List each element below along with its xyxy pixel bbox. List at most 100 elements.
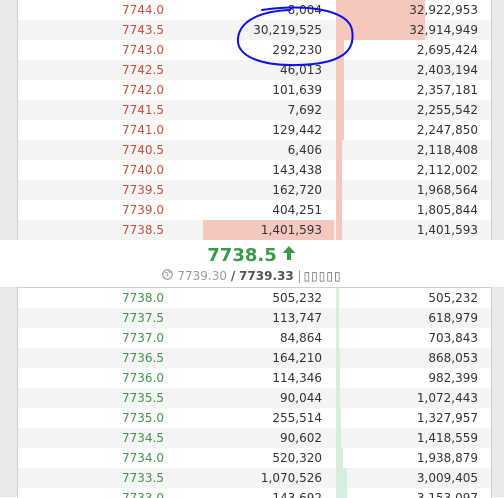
ask-price[interactable]: 7743.0 [18, 40, 164, 60]
ask-size: 6,406 [287, 143, 322, 157]
ask-total: 2,118,408 [416, 143, 478, 157]
ask-price[interactable]: 7743.5 [18, 20, 164, 40]
ask-price[interactable]: 7740.0 [18, 160, 164, 180]
bid-price[interactable]: 7734.5 [18, 428, 164, 448]
asks-table: 7744.0 8,004 32,922,953 7743.5 30,219,525 32,… [17, 0, 492, 241]
ask-total: 1,805,844 [416, 203, 478, 217]
ask-price[interactable]: 7739.5 [18, 180, 164, 200]
ask-total: 2,255,542 [416, 103, 478, 117]
bid-size: 114,346 [272, 371, 322, 385]
bid-total: 1,938,879 [416, 451, 478, 465]
ask-size: 1,401,593 [260, 223, 322, 237]
ask-size: 162,720 [272, 183, 322, 197]
ask-total: 32,914,949 [409, 23, 478, 37]
bid-size: 164,210 [272, 351, 322, 365]
ask-price[interactable]: 7744.0 [18, 0, 164, 20]
ask-row[interactable]: 7739.0 404,251 1,805,844 [18, 200, 491, 220]
bid-price[interactable]: 7736.5 [18, 348, 164, 368]
ask-size: 46,013 [280, 63, 322, 77]
ask-size: 404,251 [272, 203, 322, 217]
bid-price[interactable]: 7735.0 [18, 408, 164, 428]
ask-total: 1,401,593 [416, 223, 478, 237]
ask-size: 143,438 [272, 163, 322, 177]
ask-price[interactable]: 7741.0 [18, 120, 164, 140]
ask-price[interactable]: 7738.5 [18, 220, 164, 240]
bid-price[interactable]: 7734.0 [18, 448, 164, 468]
bid-total: 3,009,405 [416, 471, 478, 485]
bid-row[interactable]: 7736.5 164,210 868,053 [18, 348, 491, 368]
ask-total: 1,968,564 [416, 183, 478, 197]
ask-row[interactable]: 7742.5 46,013 2,403,194 [18, 60, 491, 80]
bid-size: 90,602 [280, 431, 322, 445]
ask-total: 2,112,002 [416, 163, 478, 177]
ask-price[interactable]: 7742.5 [18, 60, 164, 80]
ask-total: 32,922,953 [409, 3, 478, 17]
ask-row[interactable]: 7741.0 129,442 2,247,850 [18, 120, 491, 140]
bid-price[interactable]: 7738.0 [18, 288, 164, 308]
bid-size: 84,864 [280, 331, 322, 345]
bid-row[interactable]: 7734.0 520,320 1,938,879 [18, 448, 491, 468]
ask-price[interactable]: 7739.0 [18, 200, 164, 220]
ask-row[interactable]: 7742.0 101,639 2,357,181 [18, 80, 491, 100]
globe-icon[interactable] [162, 268, 174, 284]
last-price: 7738.5 [0, 243, 504, 269]
ask-total: 2,247,850 [416, 123, 478, 137]
bid-price[interactable]: 7737.5 [18, 308, 164, 328]
bid-size: 505,232 [272, 291, 322, 305]
bid-row[interactable]: 7738.0 505,232 505,232 [18, 288, 491, 308]
last-price-value: 7738.5 [207, 245, 277, 266]
bid-row[interactable]: 7737.0 84,864 703,843 [18, 328, 491, 348]
ask-price[interactable]: 7740.5 [18, 140, 164, 160]
ask-row[interactable]: 7743.0 292,230 2,695,424 [18, 40, 491, 60]
ask-total: 2,403,194 [416, 63, 478, 77]
ask-row[interactable]: 7740.5 6,406 2,118,408 [18, 140, 491, 160]
bid-total: 618,979 [428, 311, 478, 325]
bid-total: 1,327,957 [416, 411, 478, 425]
ask-size: 7,692 [287, 103, 322, 117]
bid-total: 1,072,443 [416, 391, 478, 405]
bid-total: 505,232 [428, 291, 478, 305]
bid-row[interactable]: 7733.5 1,070,526 3,009,405 [18, 468, 491, 488]
ask-price[interactable]: 7742.0 [18, 80, 164, 100]
ask-size: 30,219,525 [253, 23, 322, 37]
bid-row[interactable]: 7737.5 113,747 618,979 [18, 308, 491, 328]
bid-row[interactable]: 7734.5 90,602 1,418,559 [18, 428, 491, 448]
bid-total: 868,053 [428, 351, 478, 365]
up-arrow-icon [281, 243, 297, 269]
ask-row[interactable]: 7744.0 8,004 32,922,953 [18, 0, 491, 20]
ask-row[interactable]: 7740.0 143,438 2,112,002 [18, 160, 491, 180]
price-info-row: 7739.30 / 7739.33 | ▯▯▯▯▯ [0, 268, 504, 284]
orderbook-panel: 7744.0 8,004 32,922,953 7743.5 30,219,525 32,… [0, 0, 504, 498]
bid-size: 90,044 [280, 391, 322, 405]
ask-size: 8,004 [287, 3, 322, 17]
ask-row[interactable]: 7738.5 1,401,593 1,401,593 [18, 220, 491, 240]
ask-price[interactable]: 7741.5 [18, 100, 164, 120]
bid-row[interactable]: 7736.0 114,346 982,399 [18, 368, 491, 388]
bid-size: 520,320 [272, 451, 322, 465]
ask-row[interactable]: 7739.5 162,720 1,968,564 [18, 180, 491, 200]
ask-total: 2,695,424 [416, 43, 478, 57]
info-extra-text: ▯▯▯▯▯ [303, 269, 342, 283]
bids-table: 7738.0 505,232 505,232 7737.5 113,747 618,979… [17, 287, 492, 498]
ask-size: 101,639 [272, 83, 322, 97]
ask-row[interactable]: 7743.5 30,219,525 32,914,949 [18, 20, 491, 40]
ask-size: 129,442 [272, 123, 322, 137]
bid-price[interactable]: 7737.0 [18, 328, 164, 348]
ask-row[interactable]: 7741.5 7,692 2,255,542 [18, 100, 491, 120]
bid-row[interactable]: 7735.5 90,044 1,072,443 [18, 388, 491, 408]
ask-total: 2,357,181 [416, 83, 478, 97]
mark-price: 7739.33 [239, 269, 294, 283]
bid-size: 113,747 [272, 311, 322, 325]
bid-total: 703,843 [428, 331, 478, 345]
bid-price[interactable]: 7733.5 [18, 468, 164, 488]
bid-price[interactable]: 7735.5 [18, 388, 164, 408]
index-price: 7739.30 [177, 269, 227, 283]
bid-row[interactable]: 7735.0 255,514 1,327,957 [18, 408, 491, 428]
bid-size: 1,070,526 [260, 471, 322, 485]
price-separator: / [230, 269, 236, 283]
bid-total: 1,418,559 [416, 431, 478, 445]
info-divider: | [297, 269, 302, 283]
ask-size: 292,230 [272, 43, 322, 57]
bid-price[interactable]: 7736.0 [18, 368, 164, 388]
bid-total: 982,399 [428, 371, 478, 385]
